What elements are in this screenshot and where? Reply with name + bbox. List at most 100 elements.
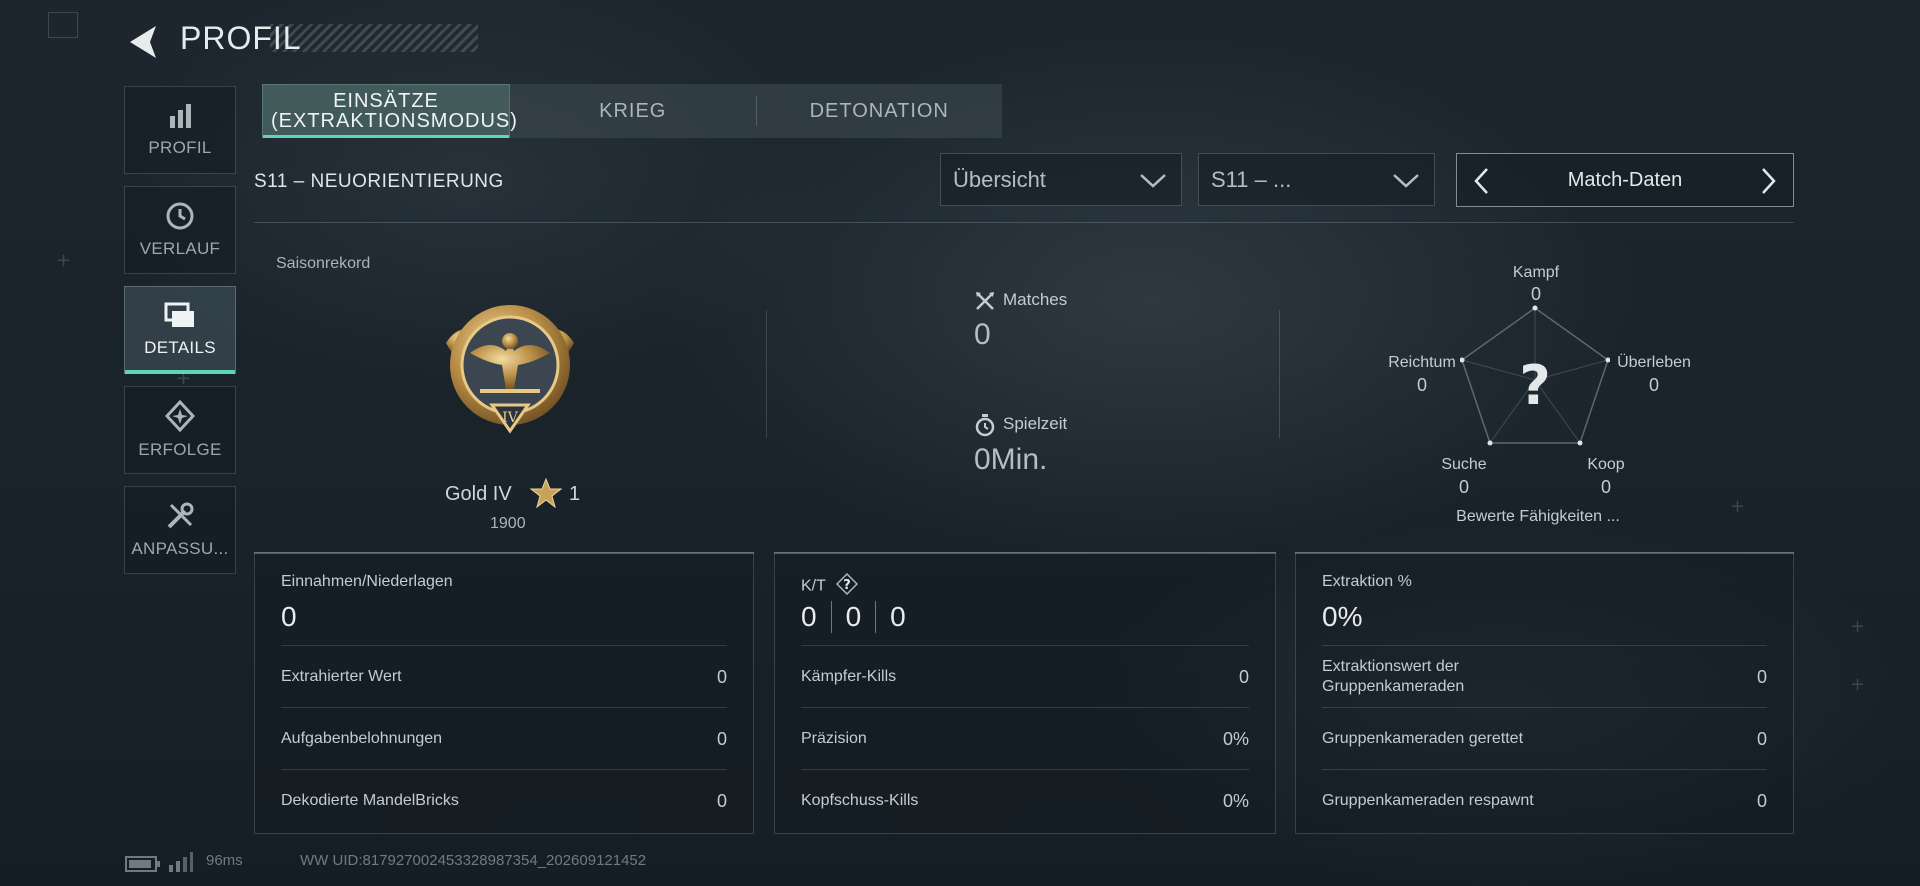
- sidebar-item-label: PROFIL: [148, 138, 212, 157]
- stat-value: 0: [1756, 728, 1767, 749]
- radar-value-suche: 0: [1458, 477, 1469, 497]
- sidebar-item-profil[interactable]: PROFIL: [124, 86, 236, 174]
- tab-einsaetze[interactable]: EINSÄTZE (EXTRAKTIONSMODUS): [262, 84, 518, 138]
- kd-values: 0 0 0: [801, 601, 906, 633]
- svg-text:?: ?: [843, 578, 851, 593]
- matches-value: 0: [974, 318, 991, 351]
- view-select[interactable]: Übersicht: [940, 153, 1182, 206]
- playtime-value: 0Min.: [974, 443, 1048, 476]
- sidebar-item-anpassung[interactable]: ANPASSU...: [124, 486, 236, 574]
- stopwatch-icon: [974, 413, 996, 442]
- tab-label: EINSÄTZE (EXTRAKTIONSMODUS): [271, 90, 518, 132]
- stat-row: Präzision 0%: [801, 707, 1249, 770]
- chevron-left-icon: [1474, 168, 1488, 194]
- kd-title-text: K/T: [801, 577, 826, 595]
- tab-krieg[interactable]: KRIEG: [510, 84, 756, 138]
- extraction-title: Extraktion %: [1322, 573, 1412, 590]
- decor-frame: [48, 12, 78, 38]
- user-uid: WW UID:817927002453328987354_20260912145…: [300, 852, 647, 869]
- radar-value-koop: 0: [1600, 477, 1611, 497]
- assists-value: 0: [890, 601, 906, 632]
- folders-icon: [164, 302, 196, 330]
- stat-label: Extraktionswert der Gruppenkameraden: [1322, 658, 1465, 695]
- season-select-value: S11 – ...: [1211, 166, 1292, 192]
- stat-row: Extraktionswert der Gruppenkameraden 0: [1322, 645, 1767, 708]
- skill-radar-chart[interactable]: ?: [1459, 300, 1611, 450]
- season-select[interactable]: S11 – ...: [1198, 153, 1435, 206]
- sidebar-item-label: ERFOLGE: [138, 440, 222, 459]
- back-button[interactable]: [124, 22, 166, 62]
- stat-value: 0: [716, 666, 727, 687]
- decor-cross: +: [1850, 616, 1866, 637]
- history-icon: [165, 201, 195, 231]
- crossed-swords-icon: [974, 290, 996, 317]
- radar-label-kampf: Kampf: [1512, 264, 1560, 281]
- stat-row: Gruppenkameraden gerettet 0: [1322, 707, 1767, 770]
- tab-label: DETONATION: [809, 100, 949, 122]
- decor-cross: +: [1730, 496, 1746, 517]
- season-record-label: Saisonrekord: [276, 255, 371, 272]
- deaths-value: 0: [845, 601, 862, 632]
- kills-value: 0: [801, 601, 817, 632]
- rank-numeral: IV: [502, 410, 519, 426]
- rank-emblem: IV: [440, 293, 580, 443]
- tab-detonation[interactable]: DETONATION: [757, 84, 1003, 138]
- stat-label: Dekodierte MandelBricks: [281, 792, 459, 809]
- back-arrow-icon: [130, 26, 156, 58]
- stat-row: Gruppenkameraden respawnt 0: [1322, 769, 1767, 832]
- stat-label: Präzision: [801, 730, 867, 747]
- radar-label-reichtum: Reichtum: [1388, 354, 1456, 371]
- ping-value: 96ms: [206, 852, 243, 869]
- value-divider: [830, 601, 832, 633]
- stat-row: Aufgabenbelohnungen 0: [281, 707, 727, 770]
- chevron-down-icon: [1393, 174, 1419, 188]
- radar-unknown-symbol: ?: [1519, 354, 1550, 417]
- stat-label: Aufgabenbelohnungen: [281, 730, 443, 747]
- income-value: 0: [281, 601, 297, 632]
- stat-label: Gruppenkameraden gerettet: [1322, 730, 1524, 747]
- help-icon[interactable]: ?: [836, 572, 859, 600]
- tab-label: KRIEG: [599, 100, 667, 122]
- season-title: S11 – NEUORIENTIERUNG: [254, 171, 504, 192]
- bar-chart-icon: [166, 102, 194, 130]
- stat-value: 0: [716, 790, 727, 811]
- decor-cross: +: [1850, 674, 1866, 695]
- kd-title: K/T ?: [801, 572, 859, 600]
- tools-icon: [165, 501, 195, 531]
- radar-value-reichtum: 0: [1416, 375, 1427, 395]
- view-select-value: Übersicht: [953, 166, 1046, 192]
- playtime-label: Spielzeit: [1003, 414, 1068, 433]
- income-card: Einnahmen/Niederlagen 0 Extrahierter Wer…: [254, 552, 754, 834]
- extraction-value: 0%: [1322, 601, 1363, 632]
- achievement-icon: [165, 400, 195, 432]
- income-title: Einnahmen/Niederlagen: [281, 573, 453, 590]
- rank-name: Gold IV: [445, 483, 512, 505]
- value-divider: [875, 601, 877, 633]
- stat-value: 0: [1756, 666, 1767, 687]
- sidebar-item-label: ANPASSU...: [131, 539, 229, 558]
- column-divider: [1279, 310, 1280, 438]
- decor-cross: +: [56, 250, 72, 271]
- column-divider: [766, 310, 767, 438]
- match-data-label: Match-Daten: [1567, 169, 1683, 191]
- stat-value: 0%: [1222, 728, 1249, 749]
- stat-row: Kämpfer-Kills 0: [801, 645, 1249, 708]
- stat-label: Kopfschuss-Kills: [801, 792, 919, 809]
- sidebar-item-label: VERLAUF: [139, 239, 221, 258]
- sidebar-item-verlauf[interactable]: VERLAUF: [124, 186, 236, 274]
- sidebar-item-erfolge[interactable]: ERFOLGE: [124, 386, 236, 474]
- radar-value-ueberleben: 0: [1648, 375, 1659, 395]
- sidebar-item-details[interactable]: DETAILS: [124, 286, 236, 374]
- prev-button[interactable]: [1467, 166, 1497, 196]
- kd-card: K/T ? 0 0 0 Kämpfer-Kills 0 Präzision 0%…: [774, 552, 1276, 834]
- stat-label: Gruppenkameraden respawnt: [1322, 792, 1534, 809]
- radar-value-kampf: 0: [1530, 284, 1541, 304]
- radar-label-ueberleben: Überleben: [1617, 354, 1691, 371]
- page-title: PROFIL: [180, 20, 302, 56]
- stat-value: 0: [1238, 666, 1249, 687]
- stat-label: Extrahierter Wert: [281, 668, 402, 685]
- stat-row: Kopfschuss-Kills 0%: [801, 769, 1249, 832]
- radar-label-suche: Suche: [1441, 456, 1487, 473]
- next-button[interactable]: [1753, 166, 1783, 196]
- extraction-card: Extraktion % 0% Extraktionswert der Grup…: [1295, 552, 1794, 834]
